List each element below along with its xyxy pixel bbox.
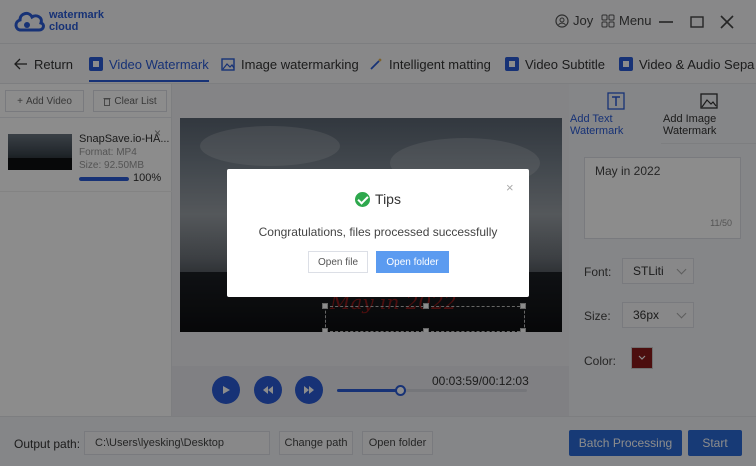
tips-dialog: × Tips Congratulations, files processed … (227, 169, 529, 297)
dialog-title: Tips (227, 191, 529, 207)
dialog-title-text: Tips (375, 191, 401, 207)
success-check-icon (355, 191, 371, 207)
dialog-open-folder-button[interactable]: Open folder (376, 251, 449, 273)
open-file-button[interactable]: Open file (308, 251, 368, 273)
dialog-message: Congratulations, files processed success… (258, 225, 498, 239)
